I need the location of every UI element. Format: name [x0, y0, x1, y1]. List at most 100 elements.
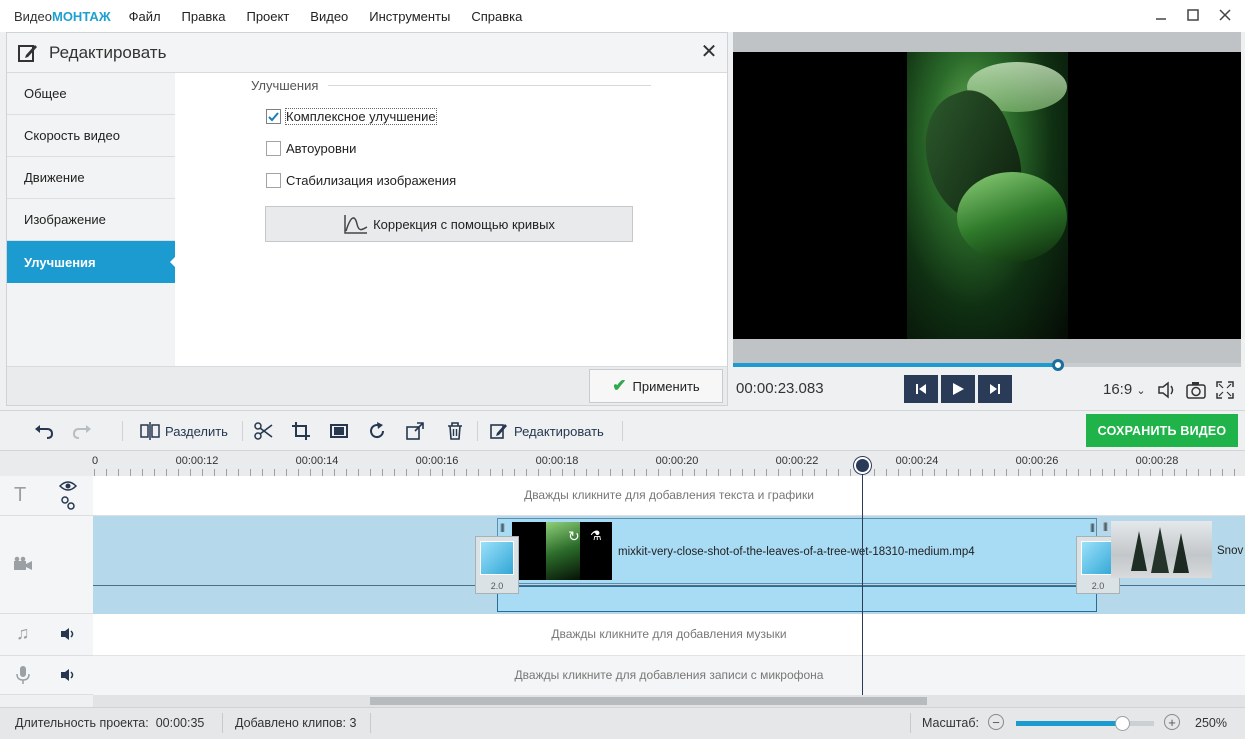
ruler-label: 00:00:26: [1015, 455, 1059, 467]
zoom-slider[interactable]: [1016, 716, 1154, 731]
timeline-toolbar: Разделить Редактировать СОХРАНИТЬ ВИДЕО: [0, 410, 1245, 450]
menu-tools[interactable]: Инструменты: [369, 9, 450, 24]
sidebar-item-image[interactable]: Изображение: [7, 199, 175, 241]
volume-icon[interactable]: [1156, 379, 1178, 401]
curves-button-label: Коррекция с помощью кривых: [373, 216, 555, 232]
play-icon: [953, 383, 964, 395]
option-label: Стабилизация изображения: [286, 173, 457, 188]
scissors-icon[interactable]: [254, 419, 274, 443]
timeline-ruler[interactable]: 0 00:00:12 00:00:14 00:00:16 00:00:18 00…: [0, 450, 1245, 477]
crop-icon[interactable]: [292, 419, 310, 443]
menu-video[interactable]: Видео: [310, 9, 348, 24]
checkbox-auto-levels[interactable]: [266, 141, 281, 156]
edit-header: Редактировать ✕: [7, 33, 727, 73]
playhead-handle[interactable]: [854, 457, 871, 474]
ruler-label: 00:00:18: [535, 455, 579, 467]
mic-track[interactable]: Дважды кликните для добавления записи с …: [93, 656, 1245, 695]
sidebar-item-enhancements[interactable]: Улучшения: [7, 241, 176, 283]
close-icon[interactable]: ✕: [699, 42, 719, 62]
audio-clip-lane[interactable]: [497, 586, 1097, 612]
sidebar-item-general[interactable]: Общее: [7, 73, 175, 115]
video-clip[interactable]: ||| ||| ↻ ⚗ mixkit-very-close-shot-of-th…: [497, 518, 1097, 584]
link-icon[interactable]: [61, 496, 75, 510]
split-icon: [140, 422, 160, 440]
sidebar-item-motion[interactable]: Движение: [7, 157, 175, 199]
transition-1[interactable]: 2.0: [475, 536, 519, 594]
edit-clip-button[interactable]: Редактировать: [490, 419, 604, 443]
text-icon[interactable]: T: [14, 484, 26, 507]
option-complex-enhance[interactable]: Комплексное улучшение: [266, 108, 437, 125]
music-track-header: ♫: [0, 614, 93, 656]
menu-edit[interactable]: Правка: [182, 9, 226, 24]
video-preview[interactable]: [733, 52, 1241, 339]
video-track[interactable]: ||| ||| ↻ ⚗ mixkit-very-close-shot-of-th…: [93, 516, 1245, 614]
zoom-value: 250%: [1195, 716, 1227, 730]
resize-icon[interactable]: [406, 419, 424, 443]
text-track[interactable]: Дважды кликните для добавления текста и …: [93, 476, 1245, 516]
zoom-label: Масштаб:: [922, 716, 979, 730]
speaker-icon[interactable]: [60, 627, 76, 641]
close-window-icon[interactable]: [1217, 6, 1233, 24]
next-clip-grip[interactable]: |||: [1103, 521, 1108, 531]
aspect-frame-icon[interactable]: [330, 419, 348, 443]
prev-frame-button[interactable]: [904, 375, 938, 403]
ruler-label: 00:00:12: [175, 455, 219, 467]
option-label: Комплексное улучшение: [285, 108, 437, 125]
sidebar-item-speed[interactable]: Скорость видео: [7, 115, 175, 157]
split-button[interactable]: Разделить: [140, 419, 228, 443]
zoom-in-icon[interactable]: +: [1164, 714, 1180, 730]
apply-button[interactable]: ✔ Применить: [589, 369, 723, 403]
rotate-icon[interactable]: [368, 419, 386, 443]
clip-thumbnail: ↻ ⚗: [512, 522, 612, 580]
chevron-down-icon: ⌄: [1136, 385, 1146, 397]
edit-icon: [18, 44, 37, 62]
current-time: 00:00:23.083: [736, 380, 824, 397]
music-track[interactable]: Дважды кликните для добавления музыки: [93, 614, 1245, 656]
section-title: Улучшения: [251, 78, 319, 93]
menubar: ВидеоМОНТАЖ Файл Правка Проект Видео Инс…: [0, 0, 1245, 32]
option-auto-levels[interactable]: Автоуровни: [266, 141, 356, 156]
menu-help[interactable]: Справка: [471, 9, 522, 24]
edit-title: Редактировать: [49, 42, 167, 62]
next-frame-button[interactable]: [978, 375, 1012, 403]
speaker-icon[interactable]: [60, 668, 76, 682]
camera-icon[interactable]: [1185, 379, 1207, 401]
menu-file[interactable]: Файл: [129, 9, 161, 24]
redo-icon[interactable]: [72, 419, 92, 443]
menu-project[interactable]: Проект: [246, 9, 289, 24]
play-button[interactable]: [941, 375, 975, 403]
option-label: Автоуровни: [286, 141, 357, 156]
edit-clip-label: Редактировать: [514, 423, 604, 439]
minimize-icon[interactable]: [1153, 6, 1169, 24]
playback-progress[interactable]: [733, 359, 1241, 371]
apply-label: Применить: [632, 378, 700, 394]
maximize-icon[interactable]: [1185, 6, 1201, 24]
delete-icon[interactable]: [447, 419, 463, 443]
curve-icon: [344, 215, 368, 234]
aspect-ratio-select[interactable]: 16:9 ⌄: [1103, 381, 1146, 398]
clips-count: Добавлено клипов: 3: [235, 716, 357, 730]
option-stabilization[interactable]: Стабилизация изображения: [266, 173, 456, 188]
progress-handle[interactable]: [1052, 359, 1065, 371]
checkbox-complex-enhance[interactable]: [266, 109, 281, 124]
next-clip-name: Snov: [1217, 545, 1244, 557]
scrollbar-thumb[interactable]: [370, 697, 927, 705]
undo-icon[interactable]: [34, 419, 54, 443]
eye-icon[interactable]: [59, 480, 77, 492]
timeline-scrollbar[interactable]: [93, 695, 1245, 707]
save-video-button[interactable]: СОХРАНИТЬ ВИДЕО: [1086, 414, 1238, 447]
fullscreen-icon[interactable]: [1214, 379, 1236, 401]
ruler-label: 00:00:16: [415, 455, 459, 467]
curves-correction-button[interactable]: Коррекция с помощью кривых: [265, 206, 633, 242]
mic-track-header: [0, 656, 93, 695]
zoom-out-icon[interactable]: −: [988, 714, 1004, 730]
clip-name: mixkit-very-close-shot-of-the-leaves-of-…: [618, 546, 975, 558]
clip-grip-left[interactable]: |||: [500, 522, 505, 532]
checkbox-stabilization[interactable]: [266, 173, 281, 188]
clip-grip-right[interactable]: |||: [1090, 522, 1095, 532]
progress-fill: [733, 363, 1059, 367]
next-clip-thumbnail[interactable]: [1111, 521, 1212, 578]
transition-label: 2.0: [1091, 581, 1105, 591]
music-note-icon: ♫: [16, 623, 30, 643]
zoom-handle[interactable]: [1115, 716, 1131, 731]
